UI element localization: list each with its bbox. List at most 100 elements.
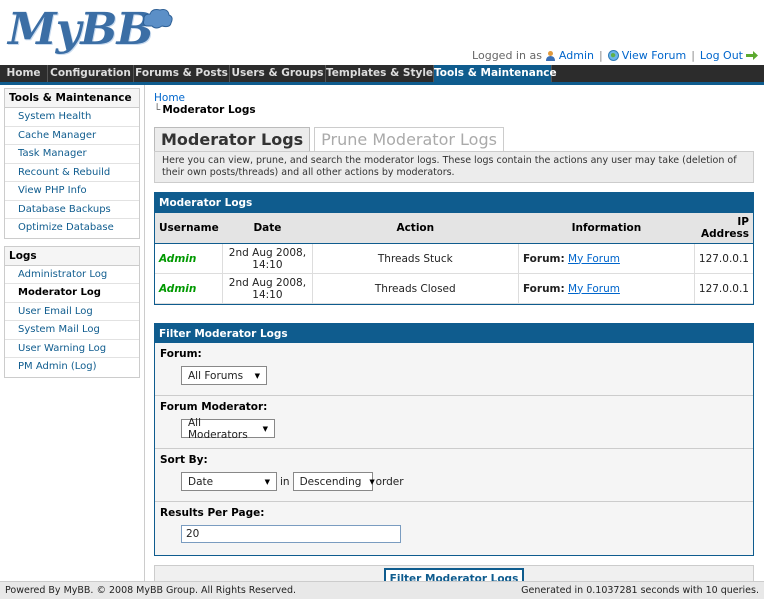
- user-links: Logged in as Admin | View Forum | Log Ou…: [472, 49, 758, 62]
- order-text: order: [375, 475, 404, 488]
- ip-cell: 127.0.0.1: [694, 273, 753, 304]
- sort-by-select[interactable]: Date ▼: [181, 472, 277, 491]
- separator: |: [691, 49, 695, 62]
- moderator-logs-box: Moderator Logs Username Date Action Info…: [154, 192, 754, 305]
- username-cell[interactable]: Admin: [155, 243, 224, 274]
- tab-prune-moderator-logs[interactable]: Prune Moderator Logs: [314, 127, 504, 151]
- filter-box: Filter Moderator Logs Forum: All Forums …: [154, 323, 754, 556]
- per-page-input[interactable]: 20: [181, 525, 401, 543]
- forum-label: Forum:: [160, 348, 202, 360]
- nav-tab-tools-maintenance[interactable]: Tools & Maintenance: [434, 65, 557, 82]
- mybb-logo[interactable]: MyBB: [8, 4, 154, 55]
- date-line: 2nd Aug 2008,: [228, 246, 307, 259]
- sidebar-item-moderator-log[interactable]: Moderator Log: [5, 284, 139, 303]
- nav-tab-configuration[interactable]: Configuration: [48, 65, 134, 82]
- sidebar-item-task-manager[interactable]: Task Manager: [5, 145, 139, 164]
- moderator-select[interactable]: All Moderators ▼: [181, 416, 275, 441]
- filter-title: Filter Moderator Logs: [155, 324, 753, 343]
- column-header-ip-address: IP Address: [694, 212, 753, 244]
- page-description: Here you can view, prune, and search the…: [154, 151, 754, 183]
- arrow-right-icon: [746, 51, 758, 60]
- sidebar: Tools & Maintenance System Health Cache …: [0, 85, 145, 581]
- time-line: 14:10: [252, 288, 283, 301]
- date-cell: 2nd Aug 2008, 14:10: [222, 273, 313, 304]
- sidebar-section-title: Logs: [5, 246, 139, 266]
- chevron-down-icon: ▼: [369, 477, 375, 486]
- nav-tab-templates-style[interactable]: Templates & Style: [326, 65, 434, 82]
- sidebar-item-user-email-log[interactable]: User Email Log: [5, 303, 139, 321]
- sidebar-section-logs: Logs Administrator Log Moderator Log Use…: [4, 245, 140, 378]
- nav-tab-forums-posts[interactable]: Forums & Posts: [134, 65, 230, 82]
- order-select-value: Descending: [299, 475, 362, 488]
- column-header-date: Date: [222, 212, 313, 244]
- sidebar-item-user-warning-log[interactable]: User Warning Log: [5, 340, 139, 358]
- information-cell: Forum: My Forum: [518, 243, 695, 274]
- chevron-down-icon: ▼: [264, 477, 270, 486]
- column-header-action: Action: [312, 212, 519, 244]
- sidebar-item-system-mail-log[interactable]: System Mail Log: [5, 321, 139, 340]
- forum-link[interactable]: My Forum: [568, 253, 620, 265]
- sidebar-item-pm-admin-log[interactable]: PM Admin (Log): [5, 358, 139, 377]
- information-cell: Forum: My Forum: [518, 273, 695, 304]
- sidebar-item-cache-manager[interactable]: Cache Manager: [5, 127, 139, 145]
- admin-user-link[interactable]: Admin: [559, 49, 594, 62]
- nav-tab-home[interactable]: Home: [0, 65, 48, 82]
- sidebar-item-database-backups[interactable]: Database Backups: [5, 201, 139, 219]
- logo-cloud-icon: [143, 9, 173, 29]
- moderator-label: Forum Moderator:: [160, 401, 268, 413]
- breadcrumb-home[interactable]: Home: [154, 92, 754, 104]
- sort-by-select-value: Date: [188, 475, 214, 488]
- footer-copyright: Powered By MyBB. © 2008 MyBB Group. All …: [5, 585, 297, 596]
- date-line: 2nd Aug 2008,: [228, 276, 307, 289]
- main-content: Home └ Moderator Logs Moderator Logs Prun…: [154, 92, 754, 593]
- info-label: Forum:: [522, 282, 565, 295]
- column-header-username: Username: [155, 212, 223, 244]
- action-cell: Threads Closed: [312, 273, 519, 304]
- logged-in-label: Logged in as: [472, 49, 542, 62]
- action-cell: Threads Stuck: [312, 243, 519, 274]
- view-forum-link[interactable]: View Forum: [622, 49, 686, 62]
- sort-label: Sort By:: [160, 454, 208, 466]
- table-row: Admin 2nd Aug 2008, 14:10 Threads Stuck F…: [155, 243, 753, 274]
- info-label: Forum:: [522, 252, 565, 265]
- sidebar-item-system-health[interactable]: System Health: [5, 108, 139, 127]
- sidebar-item-recount-rebuild[interactable]: Recount & Rebuild: [5, 164, 139, 182]
- moderator-select-value: All Moderators: [188, 416, 248, 441]
- chevron-down-icon: ▼: [262, 424, 268, 433]
- filter-row-moderator: Forum Moderator: All Moderators ▼: [155, 396, 753, 449]
- user-icon: [545, 51, 555, 61]
- nav-tab-users-groups[interactable]: Users & Groups: [230, 65, 326, 82]
- ip-cell: 127.0.0.1: [694, 243, 753, 274]
- moderator-logs-title: Moderator Logs: [155, 193, 753, 212]
- tab-moderator-logs[interactable]: Moderator Logs: [154, 127, 311, 151]
- column-header-information: Information: [518, 212, 695, 244]
- table-row: Admin 2nd Aug 2008, 14:10 Threads Closed …: [155, 273, 753, 304]
- sidebar-item-administrator-log[interactable]: Administrator Log: [5, 266, 139, 284]
- forum-link[interactable]: My Forum: [568, 283, 620, 295]
- moderator-logs-table: Username Date Action Information IP Addr…: [155, 212, 753, 304]
- per-page-label: Results Per Page:: [160, 507, 265, 519]
- footer-generation-info: Generated in 0.1037281 seconds with 10 q…: [521, 585, 759, 596]
- footer: Powered By MyBB. © 2008 MyBB Group. All …: [0, 581, 764, 599]
- header: MyBB Logged in as Admin | View Forum | L…: [0, 0, 764, 65]
- forum-select-value: All Forums: [188, 369, 244, 382]
- sidebar-item-view-php-info[interactable]: View PHP Info: [5, 182, 139, 201]
- filter-row-sort: Sort By: Date ▼ in Descending ▼ order: [155, 449, 753, 502]
- breadcrumb-current: Moderator Logs: [162, 104, 256, 116]
- page-tabs: Moderator Logs Prune Moderator Logs: [154, 127, 754, 151]
- sidebar-section-tools: Tools & Maintenance System Health Cache …: [4, 88, 140, 239]
- globe-icon: [607, 50, 619, 61]
- date-cell: 2nd Aug 2008, 14:10: [222, 243, 313, 274]
- username-cell[interactable]: Admin: [155, 273, 224, 304]
- sidebar-item-optimize-database[interactable]: Optimize Database: [5, 219, 139, 238]
- sort-in-text: in: [280, 475, 290, 488]
- time-line: 14:10: [252, 258, 283, 271]
- forum-select[interactable]: All Forums ▼: [181, 366, 267, 385]
- sidebar-section-title: Tools & Maintenance: [5, 89, 139, 108]
- logout-link[interactable]: Log Out: [700, 49, 743, 62]
- filter-row-forum: Forum: All Forums ▼: [155, 343, 753, 396]
- breadcrumb: Home └ Moderator Logs: [154, 92, 754, 116]
- chevron-down-icon: ▼: [254, 371, 260, 380]
- order-select[interactable]: Descending ▼: [292, 472, 375, 491]
- separator: |: [598, 49, 603, 62]
